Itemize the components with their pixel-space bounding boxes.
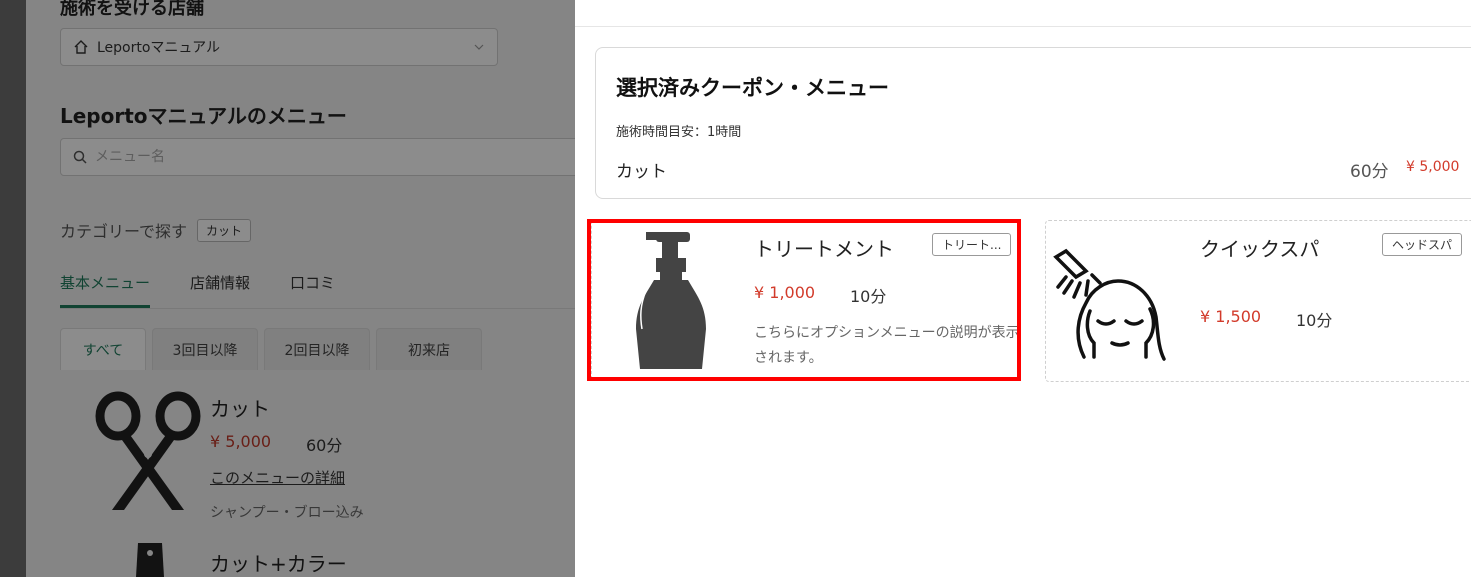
option-duration: 10分 [850,287,887,306]
category-row: カテゴリーで探す カット [60,218,252,242]
selected-item-duration: 60分 [1350,162,1389,182]
option-price: ¥ 1,500 [1200,307,1262,326]
option-card-treatment[interactable]: トリートメント トリート... ¥ 1,000 10分 こちらにオプションメニュ… [591,220,1021,380]
option-name: トリートメント [754,237,894,261]
pump-bottle-icon [636,232,706,369]
menu-item-note: シャンプー・ブロー込み [210,505,364,521]
tab-basic-menu[interactable]: 基本メニュー [60,268,151,308]
subtab-second-visit[interactable]: 2回目以降 [264,328,370,370]
selected-menu-card: 選択済みクーポン・メニュー 施術時間目安：1時間 カット 60分 ¥ 5,000 [595,47,1471,199]
menu-detail-link[interactable]: このメニューの詳細 [210,467,345,488]
tab-store-info[interactable]: 店舗情報 [190,268,250,302]
selected-item-name: カット [616,162,667,182]
search-icon [73,150,87,164]
category-label: カテゴリーで探す [60,222,188,241]
tab-reviews[interactable]: 口コミ [290,268,335,302]
option-duration: 10分 [1296,311,1333,330]
option-drawer: 選択済みクーポン・メニュー 施術時間目安：1時間 カット 60分 ¥ 5,000… [575,0,1471,577]
visit-subtabs: すべて 3回目以降 2回目以降 初来店 [60,328,488,370]
category-chip[interactable]: カット [197,218,252,242]
menu-item-price: ¥ 5,000 [210,432,272,451]
subtab-third-visit[interactable]: 3回目以降 [152,328,258,370]
option-card-quick-spa[interactable]: クイックスパ ヘッドスパ ¥ 1,500 10分 [1045,220,1471,382]
search-input[interactable] [93,148,497,166]
color-brush-icon [136,543,164,577]
store-heading: 施術を受ける店舗 [60,0,204,19]
option-tag: ヘッドスパ [1382,233,1463,256]
selected-title: 選択済みクーポン・メニュー [616,76,889,100]
option-name: クイックスパ [1200,237,1320,261]
option-price: ¥ 1,000 [754,283,816,302]
head-spa-icon [1053,248,1166,361]
menu-item-name: カット+カラー [210,552,347,576]
store-select[interactable]: Leportoマニュアル [60,28,498,66]
scissors-icon [95,391,201,510]
drawer-divider [575,26,1471,27]
menu-item-duration: 60分 [306,436,343,455]
option-description: こちらにオプションメニューの説明が表示されます。 [754,325,1020,366]
home-icon [74,40,88,54]
menu-tabs: 基本メニュー 店舗情報 口コミ [60,268,580,309]
menu-search[interactable] [60,138,580,176]
subtab-all[interactable]: すべて [60,328,146,370]
selected-item-price: ¥ 5,000 [1406,159,1460,175]
store-select-value: Leportoマニュアル [97,40,221,56]
menu-item-name: カット [210,397,270,421]
subtab-first-visit[interactable]: 初来店 [376,328,482,370]
chevron-down-icon [474,44,484,50]
menu-heading: Leportoマニュアルのメニュー [60,104,347,128]
option-tag: トリート... [932,233,1012,256]
time-estimate: 施術時間目安：1時間 [616,125,742,140]
